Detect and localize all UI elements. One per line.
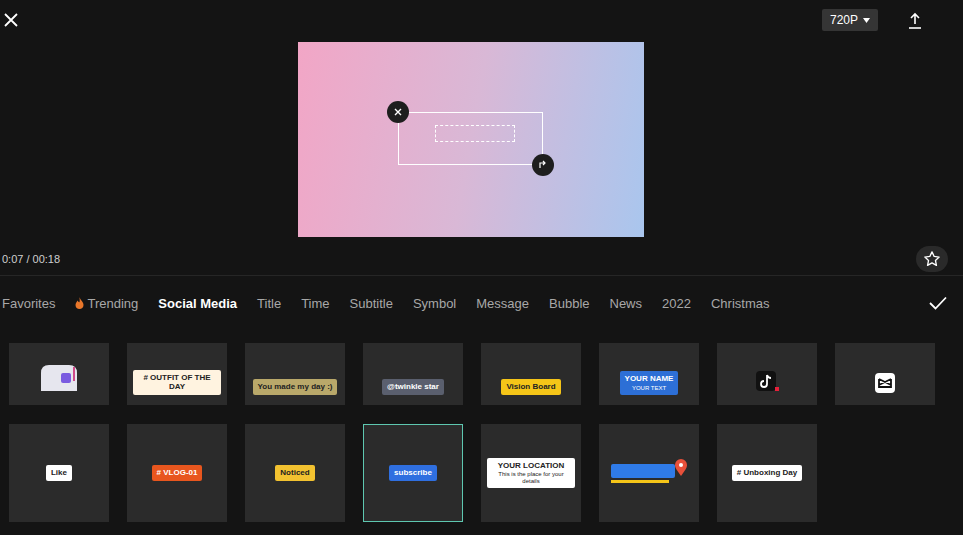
sticker-preview: YOUR LOCATION This is the place for your… — [487, 458, 575, 489]
export-icon[interactable] — [908, 12, 922, 29]
sticker-editor: 720P 0:07 / 00:18 Favorites Trending Soc… — [0, 0, 963, 535]
category-tab[interactable]: Christmas — [711, 296, 770, 311]
sticker-tile[interactable] — [835, 343, 935, 405]
sticker-tile[interactable] — [717, 343, 817, 405]
category-tab[interactable]: 2022 — [662, 296, 691, 311]
close-icon — [394, 108, 402, 116]
time-display: 0:07 / 00:18 — [2, 253, 60, 265]
fire-icon — [75, 297, 84, 309]
category-tab[interactable]: News — [610, 296, 643, 311]
player-bar: 0:07 / 00:18 — [0, 242, 963, 275]
tiktok-icon — [754, 369, 780, 395]
mailbox-icon — [37, 361, 81, 395]
confirm-icon[interactable] — [929, 296, 947, 310]
favorite-button[interactable] — [916, 246, 948, 272]
category-tabs: Favorites Trending Social Media Title Ti… — [0, 276, 963, 330]
sticker-tile[interactable]: Like — [9, 424, 109, 522]
category-tab[interactable]: Trending — [75, 296, 138, 311]
sticker-preview: You made my day :) — [253, 379, 338, 395]
sticker-tile[interactable]: # OUTFIT OF THE DAY — [127, 343, 227, 405]
sticker-preview: Noticed — [275, 465, 314, 481]
sticker-grid: # OUTFIT OF THE DAY You made my day :) @… — [0, 330, 963, 522]
category-tab[interactable]: Subtitle — [350, 296, 393, 311]
category-tab[interactable]: Bubble — [549, 296, 589, 311]
sticker-tile[interactable]: You made my day :) — [245, 343, 345, 405]
category-tab[interactable]: Favorites — [2, 296, 55, 311]
capcut-icon — [873, 371, 897, 395]
rotate-icon — [538, 160, 548, 170]
caret-icon — [863, 18, 870, 23]
category-tab[interactable]: Symbol — [413, 296, 456, 311]
sticker-preview: @twinkle star — [382, 379, 444, 395]
preview-area — [0, 40, 963, 242]
category-tab[interactable]: Social Media — [158, 296, 237, 311]
video-frame[interactable] — [298, 42, 644, 237]
sticker-tile[interactable]: YOUR NAME YOUR TEXT — [599, 343, 699, 405]
sticker-tile[interactable] — [9, 343, 109, 405]
sticker-tile[interactable]: # VLOG-01 — [127, 424, 227, 522]
sticker-preview: subscribe — [389, 465, 437, 481]
sticker-selection[interactable] — [398, 112, 543, 165]
top-bar: 720P — [0, 0, 963, 40]
star-icon — [923, 250, 941, 268]
divider — [0, 275, 963, 276]
sticker-preview: # OUTFIT OF THE DAY — [133, 370, 221, 395]
close-icon[interactable] — [3, 12, 19, 28]
sticker-tile[interactable]: Vision Board — [481, 343, 581, 405]
rotate-handle[interactable] — [532, 154, 554, 176]
category-tab[interactable]: Time — [301, 296, 329, 311]
sticker-preview: # VLOG-01 — [152, 465, 203, 481]
location-bar-icon — [607, 456, 691, 490]
sticker-tile[interactable]: @twinkle star — [363, 343, 463, 405]
category-tab[interactable]: Message — [476, 296, 529, 311]
sticker-preview: YOUR NAME YOUR TEXT — [620, 371, 679, 395]
sticker-preview: Vision Board — [501, 379, 560, 395]
sticker-placeholder — [435, 125, 515, 142]
category-tab[interactable]: Title — [257, 296, 281, 311]
sticker-tile[interactable]: subscribe — [363, 424, 463, 522]
sticker-preview: Like — [46, 465, 72, 481]
sticker-tile[interactable] — [599, 424, 699, 522]
resolution-button[interactable]: 720P — [822, 9, 878, 31]
sticker-preview: # Unboxing Day — [732, 465, 802, 481]
sticker-tile[interactable]: YOUR LOCATION This is the place for your… — [481, 424, 581, 522]
sticker-tile[interactable]: Noticed — [245, 424, 345, 522]
delete-handle[interactable] — [387, 101, 409, 123]
sticker-tile[interactable]: # Unboxing Day — [717, 424, 817, 522]
